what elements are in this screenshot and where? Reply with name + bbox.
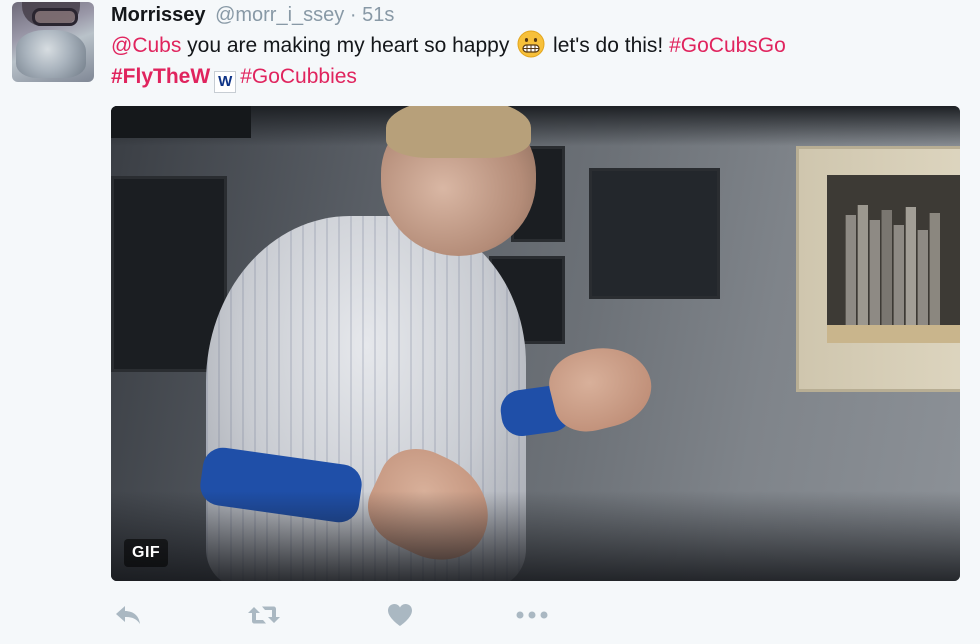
timestamp[interactable]: 51s — [362, 4, 394, 26]
author-name[interactable]: Morrissey — [111, 4, 206, 26]
grimacing-face-icon — [517, 30, 545, 58]
mention-link[interactable]: @Cubs — [111, 34, 181, 57]
avatar[interactable] — [12, 2, 94, 82]
heart-icon — [387, 603, 413, 627]
separator-dot: · — [349, 4, 357, 26]
gif-media[interactable]: GIF — [111, 106, 960, 581]
tweet-text-part: let's do this! — [547, 34, 670, 57]
tweet-header: Morrissey @morr_i_ssey · 51s — [111, 2, 394, 28]
tweet-text: @Cubs you are making my heart so happy l… — [111, 30, 971, 93]
more-icon — [515, 609, 549, 621]
hashtag-link[interactable]: #FlyTheW — [111, 65, 210, 88]
w-flag-icon: W — [214, 71, 237, 93]
author-handle[interactable]: @morr_i_ssey — [215, 4, 344, 26]
retweet-icon — [247, 604, 281, 626]
tweet-actions — [112, 600, 562, 630]
gif-badge: GIF — [124, 539, 169, 567]
more-button[interactable] — [516, 600, 548, 630]
retweet-button[interactable] — [248, 600, 280, 630]
reply-button[interactable] — [112, 600, 144, 630]
hashtag-link[interactable]: #GoCubsGo — [669, 34, 786, 57]
tweet-text-part: you are making my heart so happy — [181, 34, 516, 57]
like-button[interactable] — [384, 600, 416, 630]
hashtag-link[interactable]: #GoCubbies — [240, 65, 357, 88]
reply-icon — [114, 604, 142, 626]
